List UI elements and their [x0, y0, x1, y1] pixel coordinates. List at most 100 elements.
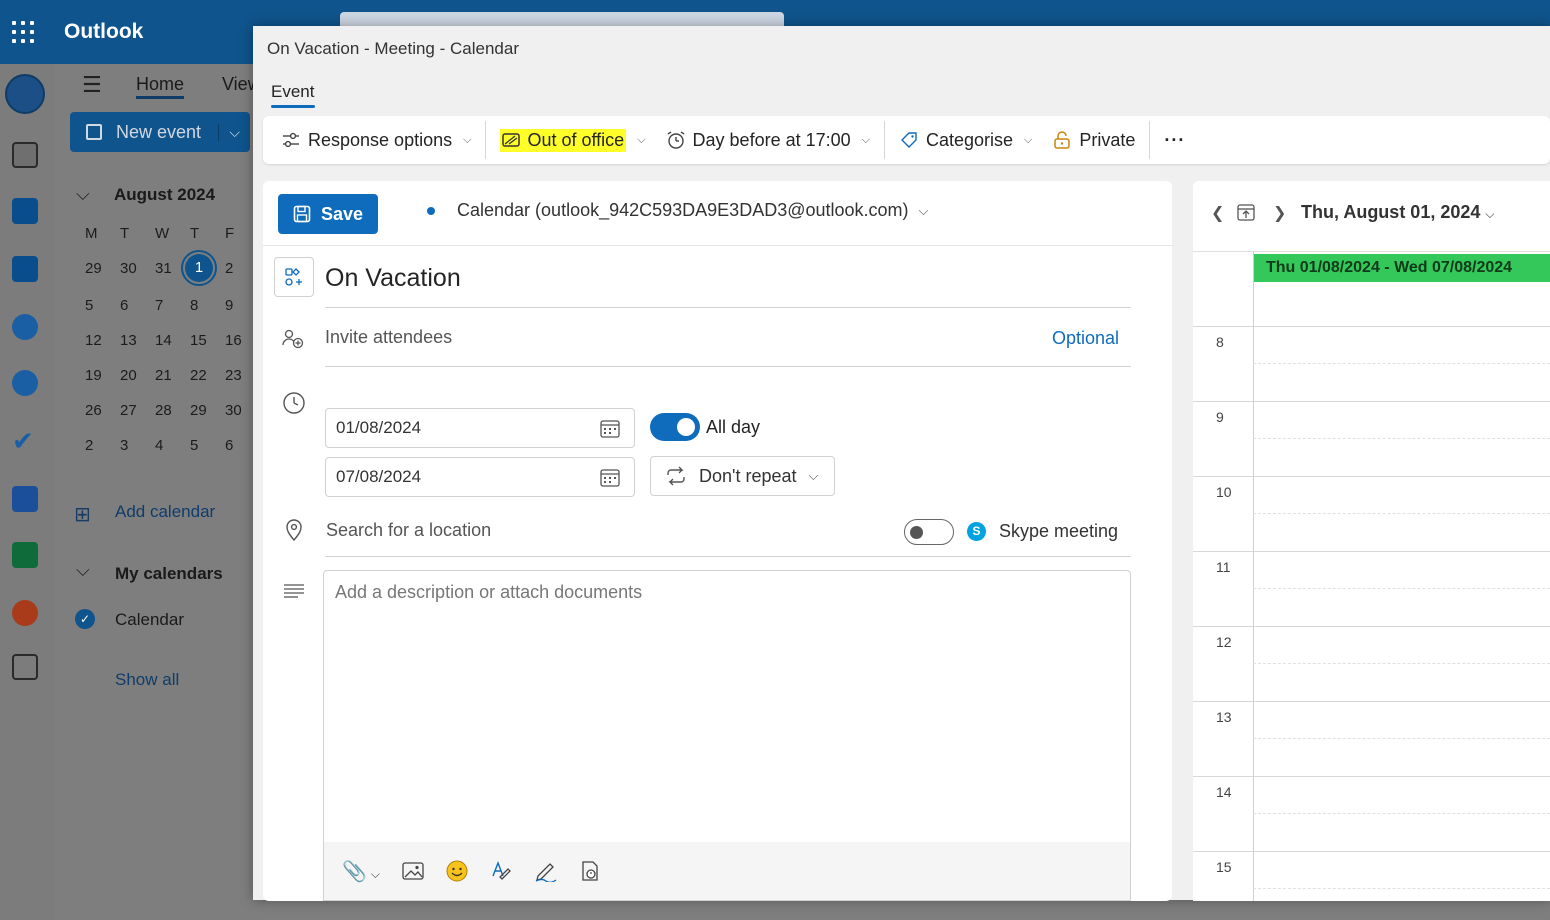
hour-slot[interactable]: 9: [1193, 401, 1550, 476]
go-to-today-icon[interactable]: [1236, 202, 1256, 227]
response-options-button[interactable]: Response options ⌵: [271, 122, 481, 158]
chevron-down-icon[interactable]: ⌵: [218, 123, 250, 141]
mini-calendar-day[interactable]: 5: [76, 294, 111, 317]
location-input[interactable]: Search for a location: [326, 520, 491, 541]
mini-calendar-day[interactable]: 29: [76, 257, 111, 280]
save-icon: [293, 205, 311, 223]
signature-icon[interactable]: [534, 860, 558, 882]
format-text-icon[interactable]: [490, 860, 512, 882]
mini-calendar-day[interactable]: 6: [111, 294, 146, 317]
mini-calendar-day[interactable]: 13: [111, 329, 146, 352]
mini-calendar-day[interactable]: 23: [216, 364, 251, 387]
mini-calendar-day[interactable]: 30: [216, 399, 251, 422]
mini-calendar-day[interactable]: 12: [76, 329, 111, 352]
hour-line: [1193, 701, 1550, 702]
title-underline: [325, 307, 1131, 308]
attach-icon[interactable]: 📎 ⌵: [342, 859, 380, 884]
mini-calendar-day[interactable]: 16: [216, 329, 251, 352]
event-title-input[interactable]: On Vacation: [325, 264, 461, 293]
categorise-button[interactable]: Categorise ⌵: [889, 122, 1042, 158]
description-editor[interactable]: Add a description or attach documents 📎 ⌵: [323, 570, 1131, 901]
powerpoint-icon[interactable]: [12, 600, 38, 626]
todo-icon[interactable]: ✔: [12, 428, 38, 454]
my-calendars-heading[interactable]: My calendars: [115, 564, 223, 584]
mini-calendar-day[interactable]: 14: [146, 329, 181, 352]
mini-calendar-day[interactable]: 27: [111, 399, 146, 422]
groups-icon[interactable]: [12, 370, 38, 396]
mini-calendar-day[interactable]: 8: [181, 294, 216, 317]
calendar-picker-icon[interactable]: [600, 420, 620, 438]
mini-calendar-day[interactable]: 2: [76, 434, 111, 457]
mini-calendar-day[interactable]: 15: [181, 329, 216, 352]
hour-label: 12: [1216, 634, 1232, 650]
mini-calendar-day[interactable]: 20: [111, 364, 146, 387]
reminder-button[interactable]: Day before at 17:00 ⌵: [656, 122, 880, 158]
show-all-link[interactable]: Show all: [115, 670, 179, 690]
mini-calendar-day[interactable]: 2: [216, 257, 251, 280]
repeat-select[interactable]: Don't repeat ⌵: [650, 456, 835, 496]
scheduling-poll-icon[interactable]: [580, 860, 600, 882]
mini-calendar-day[interactable]: 31: [146, 257, 181, 280]
calendar-select[interactable]: Calendar (outlook_942C593DA9E3DAD3@outlo…: [457, 200, 928, 221]
tab-home[interactable]: Home: [136, 74, 184, 95]
chevron-down-icon[interactable]: ⌵: [76, 184, 90, 205]
hour-slot[interactable]: 12: [1193, 626, 1550, 701]
calendar-list-item[interactable]: Calendar: [115, 610, 184, 630]
previous-day-button[interactable]: ❮: [1211, 203, 1224, 223]
checkmark-icon[interactable]: ✓: [75, 609, 95, 629]
hour-slot[interactable]: 14: [1193, 776, 1550, 851]
all-day-toggle[interactable]: [650, 413, 700, 441]
app-launcher-icon[interactable]: [12, 21, 34, 43]
add-calendar-link[interactable]: Add calendar: [115, 502, 215, 522]
mini-calendar-day[interactable]: 30: [111, 257, 146, 280]
insert-picture-icon[interactable]: [402, 862, 424, 880]
save-button[interactable]: Save: [278, 194, 378, 234]
excel-icon[interactable]: [12, 542, 38, 568]
calendar-icon[interactable]: [12, 256, 38, 282]
all-day-event-banner[interactable]: Thu 01/08/2024 - Wed 07/08/2024: [1254, 254, 1550, 282]
new-event-label: New event: [116, 121, 202, 142]
day-view-date[interactable]: Thu, August 01, 2024 ⌵: [1301, 202, 1495, 223]
calendar-picker-icon[interactable]: [600, 469, 620, 487]
tab-event[interactable]: Event: [271, 82, 314, 102]
start-date-input[interactable]: 01/08/2024: [325, 408, 635, 448]
mini-calendar-month[interactable]: August 2024: [114, 185, 215, 205]
event-type-icon[interactable]: [274, 257, 314, 297]
mini-calendar-day[interactable]: 19: [76, 364, 111, 387]
mail-icon[interactable]: [12, 142, 38, 168]
mini-calendar-day[interactable]: 29: [181, 399, 216, 422]
show-as-button[interactable]: Out of office ⌵: [490, 122, 655, 158]
invite-attendees-input[interactable]: Invite attendees: [325, 327, 452, 348]
private-button[interactable]: Private: [1042, 122, 1145, 158]
word-icon[interactable]: [12, 486, 38, 512]
mini-calendar-day[interactable]: 5: [181, 434, 216, 457]
outlook-icon[interactable]: [5, 74, 45, 114]
hour-slot[interactable]: 10: [1193, 476, 1550, 551]
hamburger-icon[interactable]: ☰: [82, 72, 102, 98]
mini-calendar-day[interactable]: 3: [111, 434, 146, 457]
hour-slot[interactable]: 8: [1193, 326, 1550, 401]
mini-calendar-day[interactable]: 7: [146, 294, 181, 317]
optional-attendees-link[interactable]: Optional: [1052, 328, 1119, 349]
mini-calendar-day[interactable]: 22: [181, 364, 216, 387]
people-icon[interactable]: [12, 314, 38, 340]
hour-slot[interactable]: 11: [1193, 551, 1550, 626]
calendar-app-icon[interactable]: [12, 198, 38, 224]
hour-slot[interactable]: 13: [1193, 701, 1550, 776]
more-apps-icon[interactable]: [12, 654, 38, 680]
skype-meeting-toggle[interactable]: [904, 519, 954, 545]
mini-calendar-day[interactable]: 9: [216, 294, 251, 317]
next-day-button[interactable]: ❯: [1273, 203, 1286, 223]
mini-calendar-day[interactable]: 1: [181, 250, 217, 286]
chevron-down-icon[interactable]: ⌵: [76, 560, 90, 581]
mini-calendar-day[interactable]: 6: [216, 434, 251, 457]
mini-calendar-day[interactable]: 21: [146, 364, 181, 387]
new-event-button[interactable]: New event ⌵: [70, 112, 250, 152]
end-date-input[interactable]: 07/08/2024: [325, 457, 635, 497]
emoji-icon[interactable]: [446, 860, 468, 882]
more-options-button[interactable]: ···: [1154, 122, 1195, 158]
mini-calendar-day[interactable]: 28: [146, 399, 181, 422]
mini-calendar-day[interactable]: 4: [146, 434, 181, 457]
hour-slot[interactable]: 15: [1193, 851, 1550, 920]
mini-calendar-day[interactable]: 26: [76, 399, 111, 422]
